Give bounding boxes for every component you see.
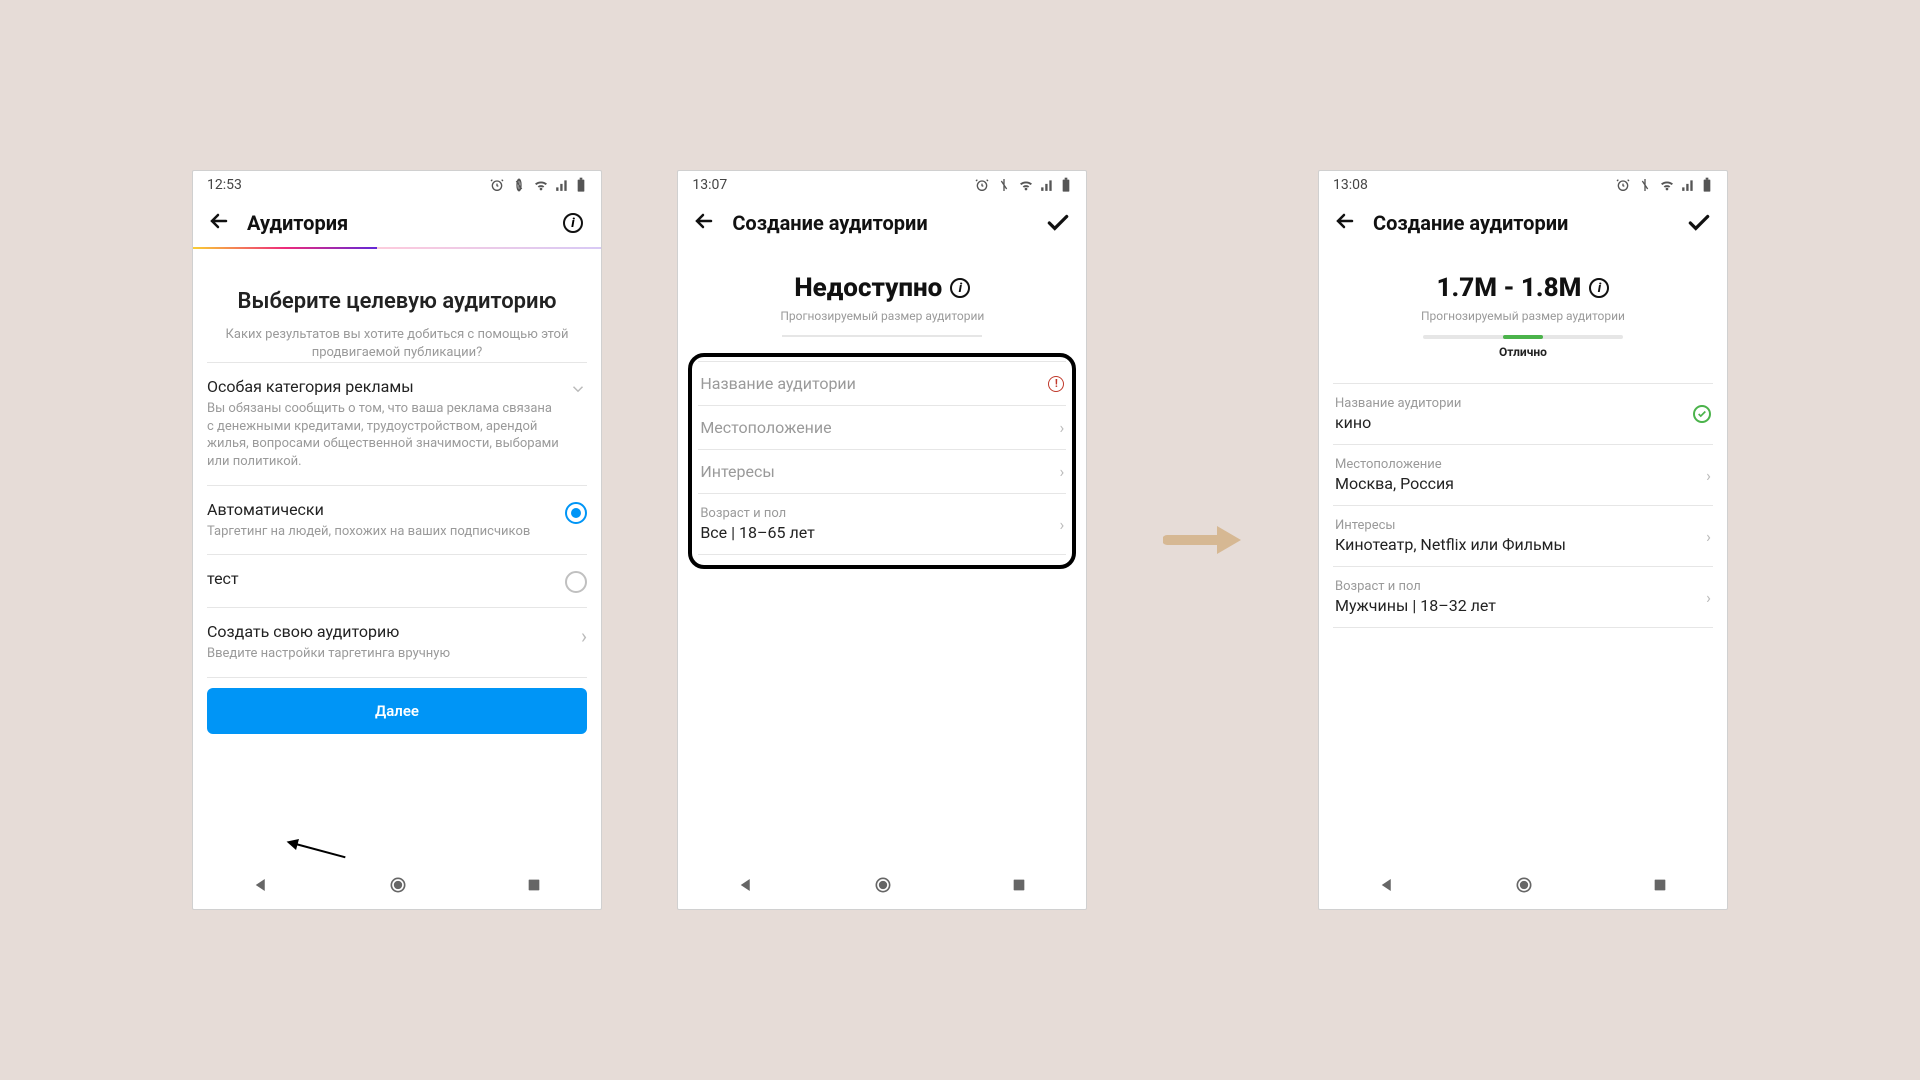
create-audience-row[interactable]: Создать свою аудиторию Введите настройки… bbox=[207, 607, 587, 677]
nav-back-icon[interactable] bbox=[737, 876, 755, 894]
radio-icon[interactable] bbox=[565, 571, 587, 593]
option-test[interactable]: тест bbox=[207, 554, 587, 607]
check-ok-icon bbox=[1693, 405, 1711, 423]
info-icon[interactable]: i bbox=[559, 209, 587, 237]
android-nav bbox=[678, 861, 1086, 909]
create-label: Создать свою аудиторию bbox=[207, 622, 571, 641]
reach-subtitle: Прогнозируемый размер аудитории bbox=[1333, 309, 1713, 323]
nav-recent-icon[interactable] bbox=[526, 877, 542, 893]
signal-icon bbox=[555, 178, 569, 192]
annotation-arrow-icon bbox=[284, 816, 352, 861]
reach-title: Недоступно i bbox=[692, 273, 1072, 303]
reach-status: Отлично bbox=[1333, 345, 1713, 359]
wifi-icon bbox=[1018, 177, 1034, 193]
chevron-right-icon: › bbox=[1042, 515, 1064, 534]
row-audience-name[interactable]: Название аудитории ! bbox=[698, 361, 1066, 406]
chevron-right-icon: › bbox=[1689, 527, 1711, 546]
nav-home-icon[interactable] bbox=[873, 875, 893, 895]
row-age-gender[interactable]: Возраст и пол Мужчины | 18–32 лет › bbox=[1333, 567, 1713, 628]
heading: Выберите целевую аудиторию bbox=[207, 289, 587, 314]
signal-icon bbox=[1040, 178, 1054, 192]
mute-icon bbox=[996, 177, 1012, 193]
wifi-icon bbox=[533, 177, 549, 193]
option-label: тест bbox=[207, 569, 555, 588]
reach-subtitle: Прогнозируемый размер аудитории bbox=[692, 309, 1072, 323]
form-callout: Название аудитории ! Местоположение › Ин… bbox=[688, 353, 1076, 569]
alarm-icon bbox=[1615, 177, 1631, 193]
nav-home-icon[interactable] bbox=[1514, 875, 1534, 895]
status-time: 13:08 bbox=[1333, 177, 1368, 193]
option-automatic[interactable]: Автоматически Таргетинг на людей, похожи… bbox=[207, 485, 587, 555]
mute-icon bbox=[511, 177, 527, 193]
row-audience-name[interactable]: Название аудитории кино bbox=[1333, 383, 1713, 445]
status-icons bbox=[1615, 177, 1713, 193]
option-label: Автоматически bbox=[207, 500, 555, 519]
back-icon[interactable] bbox=[692, 209, 716, 237]
alarm-icon bbox=[974, 177, 990, 193]
chevron-down-icon bbox=[569, 379, 587, 403]
special-desc: Вы обязаны сообщить о том, что ваша рекл… bbox=[207, 400, 559, 470]
next-button[interactable]: Далее bbox=[207, 688, 587, 734]
nav-recent-icon[interactable] bbox=[1011, 877, 1027, 893]
phone-screen-1: 12:53 Аудитория i Выберите целевую аудит… bbox=[192, 170, 602, 910]
special-category-row[interactable]: Особая категория рекламы Вы обязаны сооб… bbox=[207, 362, 587, 484]
reach-bar-empty bbox=[782, 335, 982, 337]
signal-icon bbox=[1681, 178, 1695, 192]
nav-back-icon[interactable] bbox=[1378, 876, 1396, 894]
page-title: Создание аудитории bbox=[1373, 211, 1669, 235]
info-icon[interactable]: i bbox=[1589, 278, 1609, 298]
android-nav bbox=[193, 861, 601, 909]
phone-screen-3: 13:08 Создание аудитории 1.7M - 1.8M i bbox=[1318, 170, 1728, 910]
status-bar: 12:53 bbox=[193, 171, 601, 199]
alarm-icon bbox=[489, 177, 505, 193]
header: Аудитория i bbox=[193, 199, 601, 247]
battery-icon bbox=[1060, 177, 1072, 193]
row-interests[interactable]: Интересы Кинотеатр, Netflix или Фильмы › bbox=[1333, 506, 1713, 567]
warning-icon: ! bbox=[1048, 376, 1064, 392]
row-age-gender[interactable]: Возраст и пол Все | 18–65 лет › bbox=[698, 494, 1066, 555]
row-location[interactable]: Местоположение › bbox=[698, 406, 1066, 450]
chevron-right-icon: › bbox=[1042, 462, 1064, 481]
subheading: Каких результатов вы хотите добиться с п… bbox=[207, 326, 587, 362]
nav-home-icon[interactable] bbox=[388, 875, 408, 895]
back-icon[interactable] bbox=[1333, 209, 1357, 237]
create-desc: Введите настройки таргетинга вручную bbox=[207, 645, 571, 663]
mute-icon bbox=[1637, 177, 1653, 193]
nav-back-icon[interactable] bbox=[252, 876, 270, 894]
status-icons bbox=[974, 177, 1072, 193]
chevron-right-icon: › bbox=[1689, 466, 1711, 485]
reach-title: 1.7M - 1.8M i bbox=[1333, 273, 1713, 303]
chevron-right-icon: › bbox=[1689, 588, 1711, 607]
radio-selected-icon[interactable] bbox=[565, 502, 587, 524]
nav-recent-icon[interactable] bbox=[1652, 877, 1668, 893]
status-bar: 13:08 bbox=[1319, 171, 1727, 199]
special-label: Особая категория рекламы bbox=[207, 377, 559, 396]
status-bar: 13:07 bbox=[678, 171, 1086, 199]
battery-icon bbox=[1701, 177, 1713, 193]
flow-arrow-icon bbox=[1163, 520, 1243, 560]
wifi-icon bbox=[1659, 177, 1675, 193]
row-location[interactable]: Местоположение Москва, Россия › bbox=[1333, 445, 1713, 506]
page-title: Создание аудитории bbox=[732, 211, 1028, 235]
android-nav bbox=[1319, 861, 1727, 909]
reach-bar bbox=[1423, 335, 1623, 339]
back-icon[interactable] bbox=[207, 209, 231, 237]
confirm-icon[interactable] bbox=[1685, 209, 1713, 237]
option-desc: Таргетинг на людей, похожих на ваших под… bbox=[207, 523, 555, 541]
chevron-right-icon: › bbox=[581, 624, 587, 648]
header: Создание аудитории bbox=[678, 199, 1086, 247]
status-time: 12:53 bbox=[207, 177, 242, 193]
phone-screen-2: 13:07 Создание аудитории Недоступно i bbox=[677, 170, 1087, 910]
row-interests[interactable]: Интересы › bbox=[698, 450, 1066, 494]
header: Создание аудитории bbox=[1319, 199, 1727, 247]
confirm-icon[interactable] bbox=[1044, 209, 1072, 237]
chevron-right-icon: › bbox=[1042, 418, 1064, 437]
info-icon[interactable]: i bbox=[950, 278, 970, 298]
page-title: Аудитория bbox=[247, 211, 543, 235]
status-time: 13:07 bbox=[692, 177, 727, 193]
battery-icon bbox=[575, 177, 587, 193]
status-icons bbox=[489, 177, 587, 193]
